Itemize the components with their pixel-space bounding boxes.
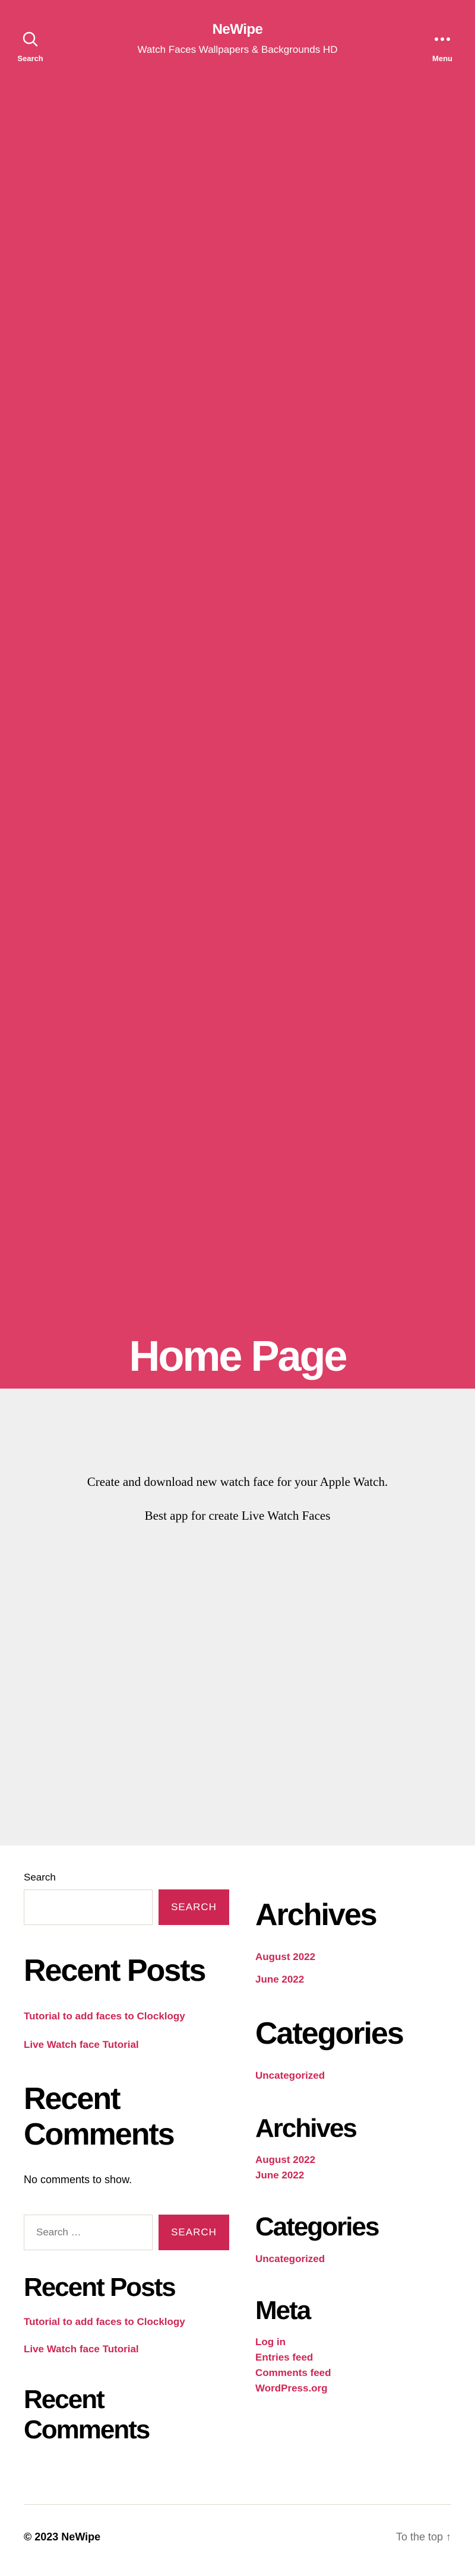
footer-widgets: Search SEARCH Recent Posts Tutorial to a…	[0, 1846, 475, 2480]
menu-toggle-button[interactable]: Menu	[419, 31, 466, 63]
menu-toggle-label: Menu	[432, 54, 452, 63]
search-submit-button[interactable]: SEARCH	[159, 2215, 229, 2251]
search-submit-button[interactable]: SEARCH	[159, 1889, 229, 1925]
recent-comments-title: Recent Comments	[24, 2081, 175, 2152]
search-input[interactable]	[24, 1889, 153, 1925]
meta-link[interactable]: Comments feed	[255, 2367, 451, 2379]
ellipsis-icon	[435, 37, 450, 41]
page-title: Home Page	[129, 1333, 347, 1380]
meta-title: Meta	[255, 2295, 311, 2325]
search-widget: SEARCH	[24, 2215, 229, 2251]
site-branding: NeWipe Watch Faces Wallpapers & Backgrou…	[0, 21, 475, 56]
archives-title: Archives	[255, 2113, 357, 2143]
archive-link[interactable]: August 2022	[255, 2154, 451, 2166]
recent-post-link[interactable]: Tutorial to add faces to Clocklogy	[24, 2316, 229, 2328]
recent-post-link[interactable]: Tutorial to add faces to Clocklogy	[24, 2010, 229, 2022]
search-widget: Search SEARCH	[24, 1872, 229, 1925]
to-the-top-link[interactable]: To the top ↑	[396, 2531, 451, 2543]
archive-link[interactable]: August 2022	[255, 1951, 451, 1963]
archive-link[interactable]: June 2022	[255, 2170, 451, 2181]
no-comments-text: No comments to show.	[24, 2174, 132, 2186]
category-link[interactable]: Uncategorized	[255, 2253, 451, 2265]
recent-post-link[interactable]: Live Watch face Tutorial	[24, 2039, 229, 2051]
meta-link[interactable]: Entries feed	[255, 2352, 451, 2364]
widgets-column-left: Search SEARCH Recent Posts Tutorial to a…	[24, 1846, 229, 2480]
content-paragraph: Best app for create Live Watch Faces	[144, 1508, 331, 1523]
meta-link[interactable]: Log in	[255, 2336, 451, 2348]
categories-title: Categories	[255, 2212, 379, 2242]
entry-content: Create and download new watch face for y…	[0, 1389, 475, 1846]
content-paragraph: Create and download new watch face for y…	[87, 1475, 388, 1489]
categories-title: Categories	[255, 2016, 404, 2051]
hero-cover: Search NeWipe Watch Faces Wallpapers & B…	[0, 0, 475, 1389]
widgets-column-right: Archives August 2022 June 2022 Categorie…	[255, 1846, 451, 2480]
recent-post-link[interactable]: Live Watch face Tutorial	[24, 2343, 229, 2355]
archive-link[interactable]: June 2022	[255, 1974, 451, 1986]
site-description: Watch Faces Wallpapers & Backgrounds HD	[137, 44, 338, 55]
category-link[interactable]: Uncategorized	[255, 2070, 451, 2082]
search-input[interactable]	[24, 2215, 153, 2251]
site-footer: © 2023 NeWipe To the top ↑	[0, 2505, 475, 2576]
copyright-text[interactable]: © 2023 NeWipe	[24, 2531, 100, 2543]
meta-link[interactable]: WordPress.org	[255, 2383, 451, 2394]
site-title[interactable]: NeWipe	[0, 21, 475, 38]
recent-posts-title: Recent Posts	[24, 2273, 176, 2302]
archives-title: Archives	[255, 1898, 378, 1932]
recent-posts-title: Recent Posts	[24, 1954, 206, 1988]
recent-comments-title: Recent Comments	[24, 2384, 150, 2444]
search-widget-label: Search	[24, 1872, 56, 1883]
